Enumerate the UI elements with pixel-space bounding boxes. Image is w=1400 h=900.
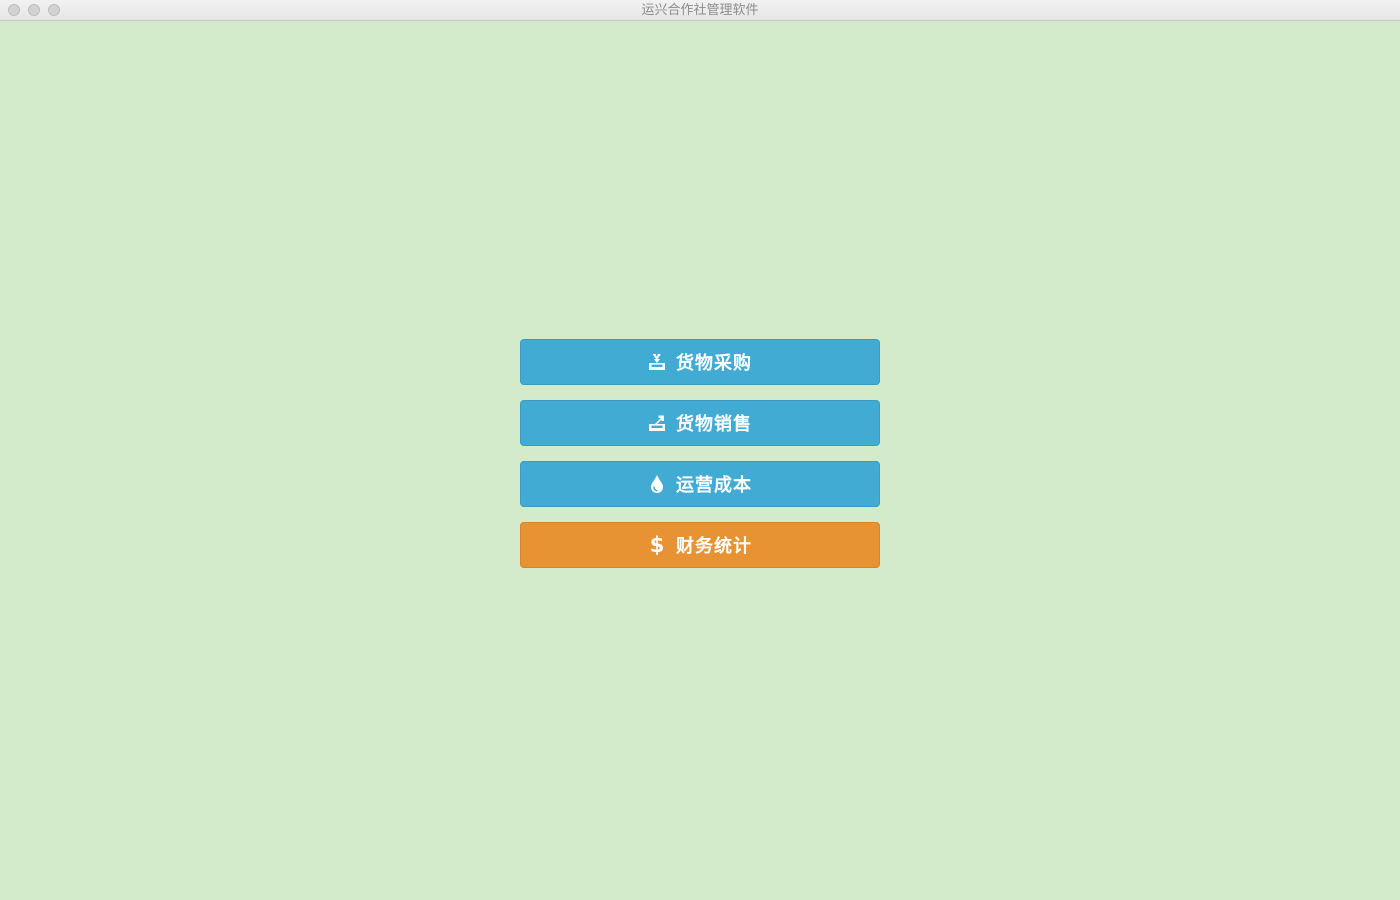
operating-cost-button[interactable]: 运营成本	[520, 461, 880, 507]
inbox-upload-icon	[648, 413, 666, 433]
sell-goods-label: 货物销售	[676, 414, 752, 435]
main-menu: 货物采购 货物销售 运营成本 $ 财务统计	[520, 339, 880, 583]
purchase-goods-button[interactable]: 货物采购	[520, 339, 880, 385]
financial-statistics-label: 财务统计	[676, 536, 752, 557]
dollar-icon: $	[649, 533, 665, 557]
app-window: 运兴合作社管理软件 货物采购 货物销售 运营成本 $ 财务统计	[0, 0, 1400, 900]
window-title: 运兴合作社管理软件	[641, 3, 759, 18]
operating-cost-label: 运营成本	[676, 475, 752, 496]
purchase-goods-label: 货物采购	[676, 353, 752, 374]
sell-goods-button[interactable]: 货物销售	[520, 400, 880, 446]
financial-statistics-button[interactable]: $ 财务统计	[520, 522, 880, 568]
inbox-download-icon	[648, 352, 666, 372]
title-bar[interactable]: 运兴合作社管理软件	[0, 0, 1400, 21]
water-drop-icon	[648, 474, 666, 494]
